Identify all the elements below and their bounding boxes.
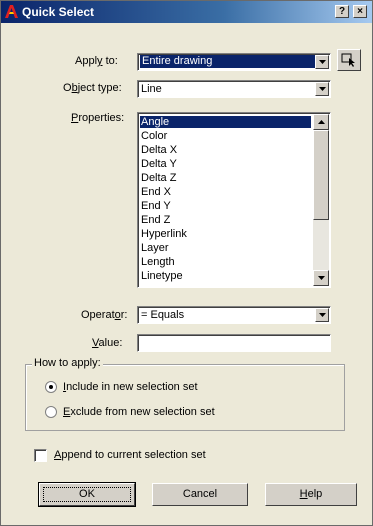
- value-input[interactable]: [137, 334, 331, 352]
- list-item[interactable]: Linetype: [141, 270, 183, 282]
- list-item[interactable]: Layer: [141, 242, 169, 254]
- list-item[interactable]: End Y: [141, 200, 171, 212]
- help-label: Help: [299, 488, 323, 500]
- how-to-apply-group: [25, 364, 345, 431]
- how-to-apply-title: How to apply:: [32, 357, 103, 369]
- list-item[interactable]: Delta Y: [141, 158, 177, 170]
- quick-select-dialog: Quick Select ? × Apply to: Entire drawin…: [0, 0, 373, 526]
- exclude-radio[interactable]: [45, 406, 57, 418]
- select-objects-icon: [341, 53, 355, 67]
- operator-value: = Equals: [141, 309, 185, 321]
- operator-dropdown[interactable]: = Equals: [137, 306, 331, 324]
- list-item[interactable]: Delta Z: [141, 172, 176, 184]
- chevron-down-icon[interactable]: [315, 308, 329, 322]
- apply-to-label: Apply to:: [75, 55, 118, 67]
- ok-label: OK: [79, 488, 95, 500]
- arrow-up-icon: [318, 120, 325, 124]
- operator-label: Operator:: [81, 309, 128, 321]
- list-item[interactable]: Color: [141, 130, 167, 142]
- cancel-button[interactable]: Cancel: [152, 483, 248, 506]
- scroll-down-button[interactable]: [313, 270, 329, 286]
- list-item[interactable]: End X: [141, 186, 171, 198]
- list-item[interactable]: Delta X: [141, 144, 177, 156]
- object-type-dropdown[interactable]: Line: [137, 80, 331, 98]
- radio-dot: [49, 385, 53, 389]
- object-type-label: Object type:: [63, 82, 122, 94]
- include-label[interactable]: Include in new selection set: [63, 381, 198, 393]
- ok-button[interactable]: OK: [38, 482, 136, 507]
- properties-label: Properties:: [71, 112, 125, 124]
- apply-to-dropdown[interactable]: Entire drawing: [137, 53, 331, 71]
- cancel-label: Cancel: [182, 488, 218, 500]
- chevron-down-icon[interactable]: [315, 82, 329, 96]
- scroll-thumb[interactable]: [313, 130, 329, 220]
- dialog-title: Quick Select: [22, 5, 95, 19]
- title-bar[interactable]: Quick Select ? ×: [1, 1, 372, 23]
- list-item[interactable]: Hyperlink: [141, 228, 187, 240]
- include-radio[interactable]: [45, 381, 57, 393]
- close-button[interactable]: ×: [353, 5, 367, 18]
- properties-listbox[interactable]: Angle Color Delta X Delta Y Delta Z End …: [137, 112, 331, 288]
- autocad-app-icon: [5, 5, 18, 18]
- arrow-down-icon: [318, 276, 325, 280]
- help-button[interactable]: Help: [265, 483, 357, 506]
- scroll-up-button[interactable]: [313, 114, 329, 130]
- exclude-label[interactable]: Exclude from new selection set: [63, 406, 215, 418]
- append-label[interactable]: Append to current selection set: [54, 449, 206, 461]
- help-title-button[interactable]: ?: [335, 5, 349, 18]
- list-item[interactable]: Angle: [140, 116, 311, 128]
- value-label: Value:: [92, 337, 123, 349]
- select-objects-button[interactable]: [337, 49, 361, 71]
- apply-to-value: Entire drawing: [140, 55, 316, 68]
- object-type-value: Line: [141, 83, 162, 95]
- append-checkbox[interactable]: [34, 449, 47, 462]
- list-item[interactable]: Length: [141, 256, 175, 268]
- properties-scrollbar[interactable]: [313, 114, 329, 286]
- chevron-down-icon[interactable]: [315, 55, 329, 69]
- list-item[interactable]: End Z: [141, 214, 170, 226]
